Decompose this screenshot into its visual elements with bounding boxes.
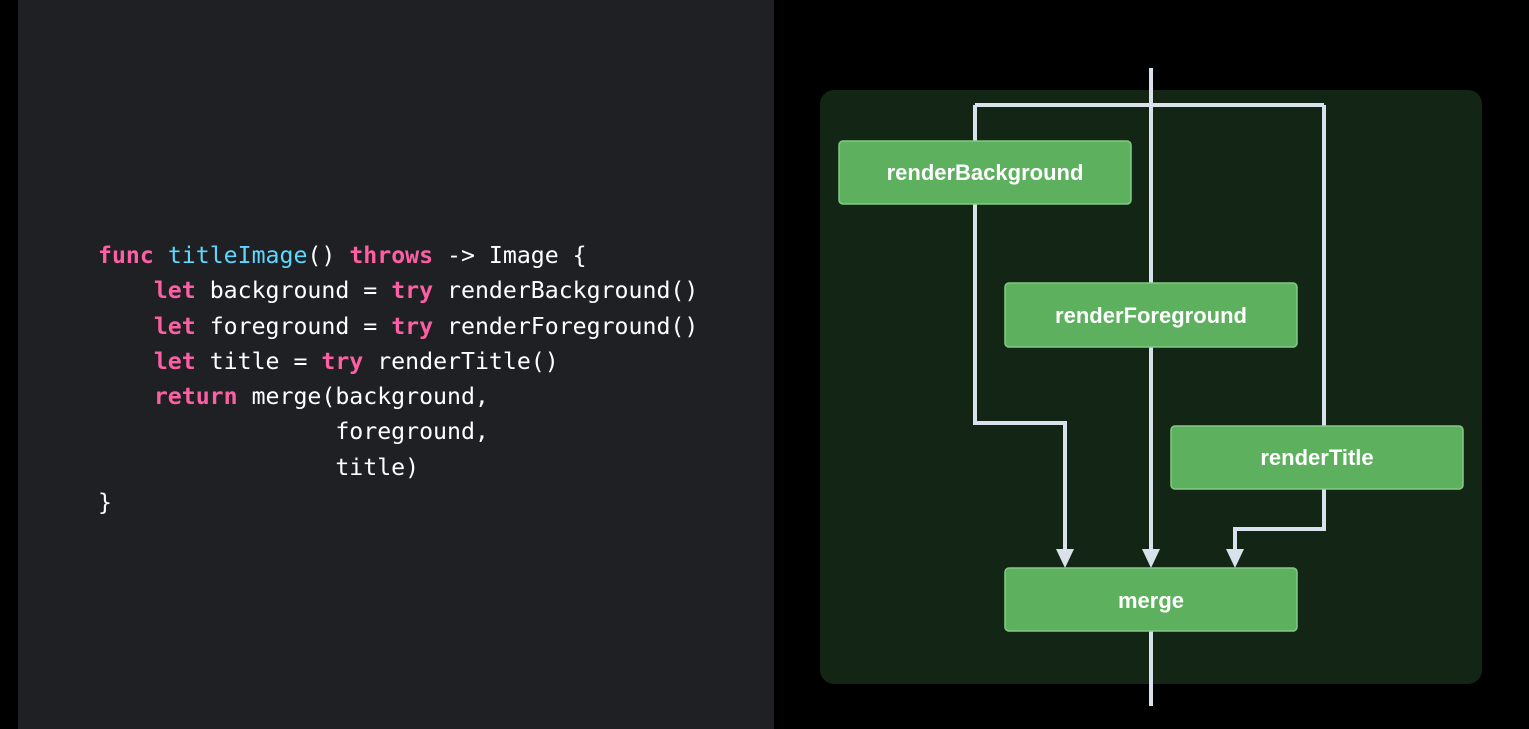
node-render-title-label: renderTitle <box>1260 445 1373 470</box>
node-render-background-label: renderBackground <box>887 160 1084 185</box>
node-render-title[interactable]: renderTitle <box>1170 425 1464 490</box>
node-render-foreground-label: renderForeground <box>1055 303 1247 328</box>
node-merge-label: merge <box>1118 588 1184 613</box>
slide: func titleImage() throws -> Image { let … <box>0 0 1529 729</box>
flow-diagram: renderBackground renderForeground render… <box>820 68 1482 706</box>
node-render-background[interactable]: renderBackground <box>838 140 1132 205</box>
node-merge[interactable]: merge <box>1004 567 1298 632</box>
node-render-foreground[interactable]: renderForeground <box>1004 282 1298 348</box>
